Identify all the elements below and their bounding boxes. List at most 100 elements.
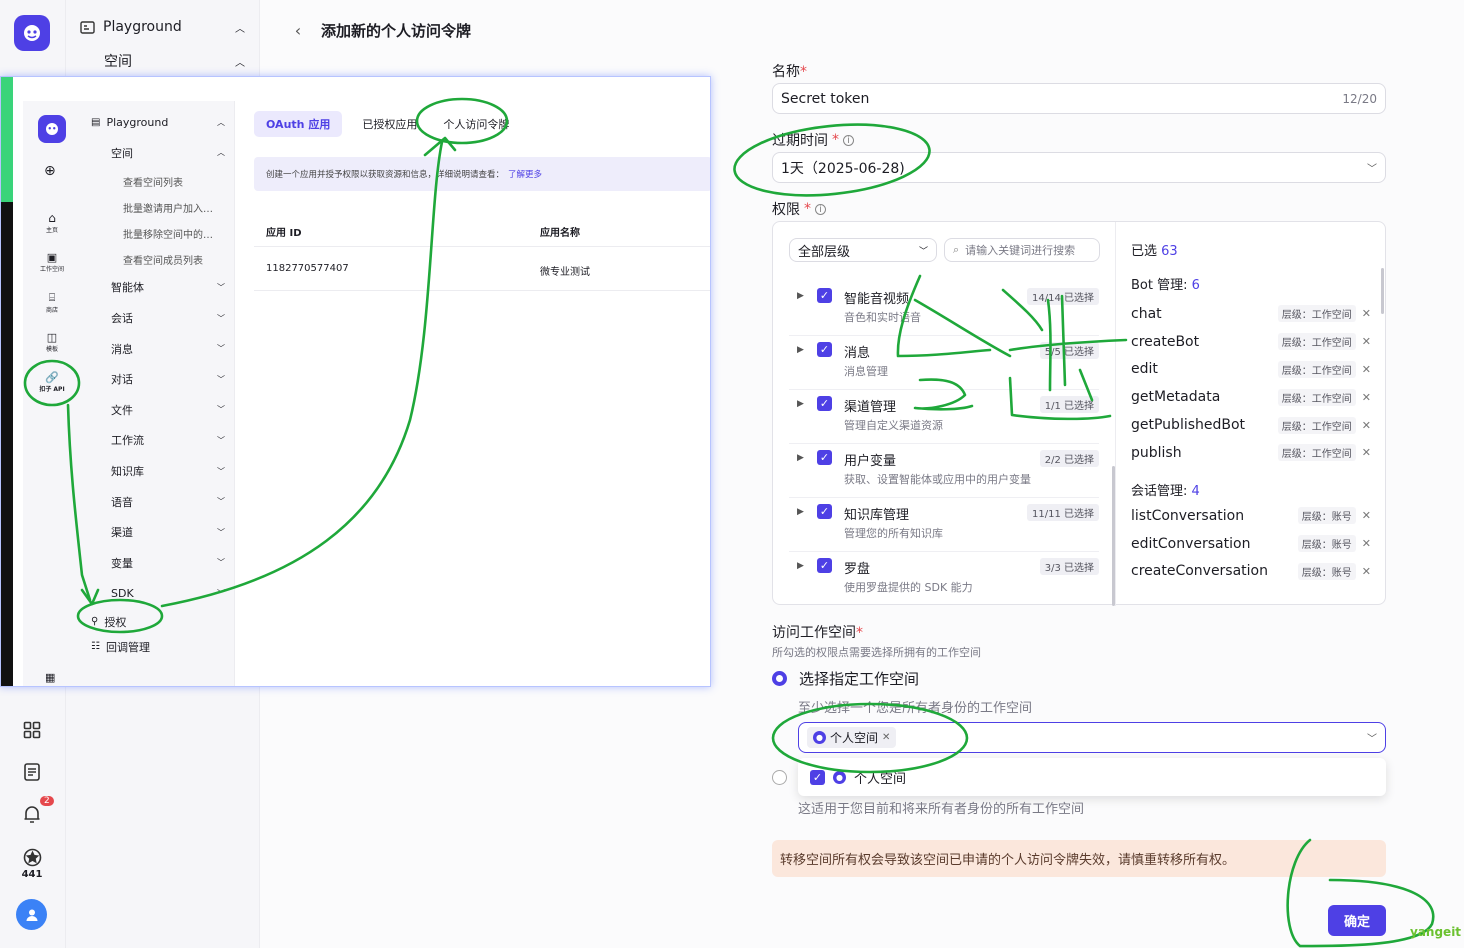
name-value: Secret token xyxy=(781,90,870,107)
apps-grid-icon[interactable] xyxy=(20,718,44,742)
sidebar-item-label: 变量 xyxy=(111,556,133,570)
close-icon[interactable]: ✕ xyxy=(1362,307,1371,320)
category-desc: 获取、设置智能体或应用中的用户变量 xyxy=(844,473,1031,486)
category-row[interactable]: ▶ ✓ 罗盘 使用罗盘提供的 SDK 能力 3/3 已选择 xyxy=(789,552,1099,606)
chevron-up-icon: ︿ xyxy=(235,57,245,69)
radio-all[interactable] xyxy=(772,770,787,789)
confirm-button[interactable]: 确定 xyxy=(1328,905,1386,936)
close-icon[interactable]: ✕ xyxy=(1362,509,1371,522)
tab-personal-token[interactable]: 个人访问令牌 xyxy=(437,111,515,137)
search-input[interactable]: ⌕ 请输入关键词进行搜索 xyxy=(944,238,1100,262)
overlay-sidebar-item[interactable]: 会话 ﹀ xyxy=(81,303,235,334)
close-icon[interactable]: ✕ xyxy=(1362,419,1371,432)
close-icon[interactable]: ✕ xyxy=(882,732,890,743)
overlay-sidebar-playground[interactable]: ▤ Playground ︿ xyxy=(81,107,235,138)
checkbox-checked[interactable]: ✓ xyxy=(817,288,832,303)
overlay-sidebar-item[interactable]: 工作流 ﹀ xyxy=(81,425,235,456)
category-row[interactable]: ▶ ✓ 用户变量 获取、设置智能体或应用中的用户变量 2/2 已选择 xyxy=(789,444,1099,498)
radio-specific-hint: 至少选择一个您是所有者身份的工作空间 xyxy=(798,701,1033,716)
expire-value: 1天（2025-06-28) xyxy=(781,160,905,177)
checkbox-checked[interactable]: ✓ xyxy=(817,342,832,357)
workspace-hint: 所勾选的权限点需要选择所拥有的工作空间 xyxy=(772,646,981,659)
overlay-nav-api[interactable]: 🔗 扣子 API xyxy=(23,371,81,393)
overlay-sidebar-auth[interactable]: ⚲ 授权 xyxy=(81,609,235,635)
close-icon[interactable]: ✕ xyxy=(1362,446,1371,459)
radio-specific[interactable]: 选择指定工作空间 xyxy=(772,668,919,689)
close-icon[interactable]: ✕ xyxy=(1362,537,1371,550)
table-row[interactable]: 1182770577407 微专业测试 xyxy=(254,249,710,291)
caret-right-icon[interactable]: ▶ xyxy=(789,558,817,571)
star-badge-icon[interactable] xyxy=(20,845,44,869)
category-row[interactable]: ▶ ✓ 知识库管理 管理您的所有知识库 11/11 已选择 xyxy=(789,498,1099,552)
overlay-sidebar-item[interactable]: 智能体 ﹀ xyxy=(81,272,235,303)
close-icon[interactable]: ✕ xyxy=(1362,363,1371,376)
overlay-nav-home[interactable]: ⌂ 主页 xyxy=(23,211,81,234)
learn-more-link[interactable]: 了解更多 xyxy=(508,168,542,180)
close-icon[interactable]: ✕ xyxy=(1362,565,1371,578)
overlay-sidebar-item[interactable]: 文件 ﹀ xyxy=(81,395,235,426)
apps-grid-icon[interactable]: ▦ xyxy=(45,671,55,684)
category-title: 知识库管理 xyxy=(844,508,910,523)
category-row[interactable]: ▶ ✓ 智能音视频 音色和实时语音 14/14 已选择 xyxy=(789,282,1099,336)
level-select-value: 全部层级 xyxy=(798,244,851,260)
back-arrow-icon[interactable]: ‹ xyxy=(288,20,308,40)
close-icon[interactable]: ✕ xyxy=(1362,335,1371,348)
dropdown-item[interactable]: 个人空间 xyxy=(854,768,906,787)
sub-item[interactable]: 查看空间列表 xyxy=(123,168,235,194)
sub-item[interactable]: 批量移除空间中的… xyxy=(123,220,235,246)
overlay-sidebar-item[interactable]: 渠道 ﹀ xyxy=(81,517,235,548)
sub-item[interactable]: 查看空间成员列表 xyxy=(123,246,235,272)
chevron-down-icon: ﹀ xyxy=(217,527,225,537)
overlay-sidebar-item[interactable]: 消息 ﹀ xyxy=(81,333,235,364)
overlay-nav-store[interactable]: ⌸ 商店 xyxy=(23,291,81,314)
overlay-sidebar-item[interactable]: 知识库 ﹀ xyxy=(81,456,235,487)
overlay-sidebar-item[interactable]: 语音 ﹀ xyxy=(81,486,235,517)
chevron-up-icon: ︿ xyxy=(217,148,225,158)
overlay-sidebar-callback[interactable]: ☷ 回调管理 xyxy=(81,635,235,659)
selected-item: chat 层级：工作空间 ✕ xyxy=(1131,300,1371,328)
tab-authorized[interactable]: 已授权应用 xyxy=(356,111,423,137)
radio-unselected-icon[interactable] xyxy=(772,770,787,785)
bell-icon[interactable] xyxy=(20,802,44,826)
app-logo-icon[interactable] xyxy=(14,15,50,51)
sub-item[interactable]: 批量邀请用户加入… xyxy=(123,194,235,220)
checkbox-checked[interactable]: ✓ xyxy=(810,769,825,785)
overlay-sidebar-space[interactable]: 空间 ︿ xyxy=(81,138,235,169)
scrollbar[interactable] xyxy=(1381,268,1384,314)
caret-right-icon[interactable]: ▶ xyxy=(789,342,817,355)
overlay-sidebar-item[interactable]: 对话 ﹀ xyxy=(81,364,235,395)
checkbox-checked[interactable]: ✓ xyxy=(817,558,832,573)
overlay-logo-icon[interactable] xyxy=(38,115,66,143)
close-icon[interactable]: ✕ xyxy=(1362,391,1371,404)
overlay-nav-workspace[interactable]: ▣ 工作空间 xyxy=(23,251,81,273)
overlay-tabs: OAuth 应用 已授权应用 个人访问令牌 xyxy=(254,111,515,137)
level-select[interactable]: 全部层级 ﹀ xyxy=(789,238,937,262)
checkbox-checked[interactable]: ✓ xyxy=(817,396,832,411)
overlay-nav-template[interactable]: ◫ 模板 xyxy=(23,331,81,353)
overlay-sidebar-item[interactable]: SDK ﹀ xyxy=(81,578,235,609)
overlay-sidebar-item[interactable]: 变量 ﹀ xyxy=(81,548,235,579)
expire-select[interactable]: 1天（2025-06-28) ﹀ xyxy=(772,152,1386,183)
caret-right-icon[interactable]: ▶ xyxy=(789,504,817,517)
checkbox-checked[interactable]: ✓ xyxy=(817,450,832,465)
workspace-select[interactable]: ● 个人空间 ✕ ﹀ xyxy=(798,722,1386,753)
sidebar-item-playground[interactable]: Playground ︿ xyxy=(66,12,259,42)
caret-right-icon[interactable]: ▶ xyxy=(789,288,817,301)
perm-scope: 层级：账号 xyxy=(1297,507,1356,525)
sidebar-item-space[interactable]: 空间 ︿ xyxy=(66,46,259,76)
perm-name: getMetadata xyxy=(1131,389,1221,406)
document-icon[interactable] xyxy=(20,760,44,784)
name-input[interactable]: Secret token 12/20 xyxy=(772,83,1386,114)
info-icon[interactable]: i xyxy=(843,134,854,146)
avatar[interactable] xyxy=(16,899,47,930)
caret-right-icon[interactable]: ▶ xyxy=(789,396,817,409)
category-row[interactable]: ▶ ✓ 渠道管理 管理自定义渠道资源 1/1 已选择 xyxy=(789,390,1099,444)
info-icon[interactable]: i xyxy=(815,203,826,215)
tab-oauth[interactable]: OAuth 应用 xyxy=(254,111,343,137)
category-row[interactable]: ▶ ✓ 消息 消息管理 5/5 已选择 xyxy=(789,336,1099,390)
caret-right-icon[interactable]: ▶ xyxy=(789,450,817,463)
checkbox-checked[interactable]: ✓ xyxy=(817,504,832,519)
nav-label: 商店 xyxy=(45,307,58,314)
plus-circle-icon[interactable]: ⊕ xyxy=(44,163,56,179)
radio-selected-icon[interactable] xyxy=(772,671,787,686)
